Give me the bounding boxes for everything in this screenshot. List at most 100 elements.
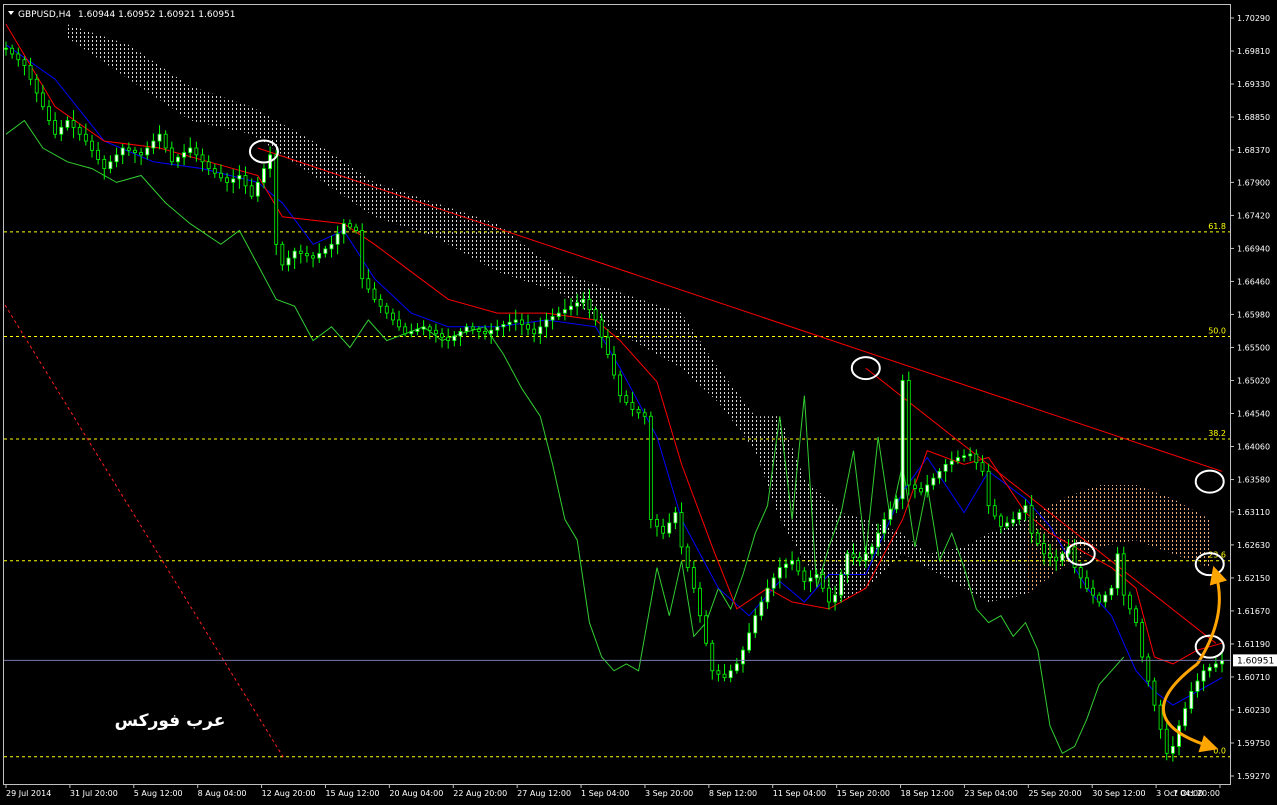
x-tick-label: 5 Aug 12:00 xyxy=(134,789,183,798)
candle-body xyxy=(65,120,70,128)
candle-body xyxy=(937,470,942,479)
candle-body xyxy=(176,156,180,163)
candle-body xyxy=(1140,622,1145,658)
candle-body xyxy=(544,319,549,328)
time-axis[interactable]: 29 Jul 2014 31 Jul 20:00 5 Aug 12:00 8 Aug … xyxy=(5,784,1221,798)
candle-body xyxy=(1134,608,1138,624)
candle-body xyxy=(464,326,469,332)
candle-body xyxy=(40,92,45,108)
candle-body xyxy=(839,574,844,596)
candle-body xyxy=(53,120,58,135)
candle-body xyxy=(882,519,887,534)
candle-body xyxy=(618,374,623,397)
candle-body xyxy=(274,154,279,245)
candle-body xyxy=(1035,532,1040,544)
x-tick-label: 3 Sep 20:00 xyxy=(645,789,693,798)
y-tick-label: 1.67900 xyxy=(1237,178,1270,187)
y-tick-label: 1.67420 xyxy=(1237,211,1270,220)
candle-body xyxy=(151,140,156,149)
candle-body xyxy=(280,243,285,266)
candle-body xyxy=(1060,553,1065,562)
candle-body xyxy=(1201,670,1206,682)
candle-body xyxy=(796,560,801,572)
candle-body xyxy=(1207,666,1212,672)
candle-body xyxy=(255,181,260,197)
y-tick-label: 1.60710 xyxy=(1237,673,1270,682)
x-tick-label: 27 Aug 12:00 xyxy=(517,789,571,798)
candle-body xyxy=(440,333,444,338)
candle-body xyxy=(83,133,88,142)
candle-body xyxy=(925,484,930,493)
candle-body xyxy=(900,380,905,500)
ohlc-values: 1.60944 1.60952 1.60921 1.60951 xyxy=(78,10,235,20)
chevron-down-icon[interactable] xyxy=(8,11,14,15)
candle-body xyxy=(820,574,825,589)
candle-body xyxy=(593,309,598,321)
candle-body xyxy=(986,470,991,507)
candle-body xyxy=(863,553,868,562)
price-chart[interactable]: 61.850.038.223.60.0 1.702901.698101.6933… xyxy=(0,0,1277,801)
candle-body xyxy=(526,324,530,330)
chart-window[interactable]: 61.8 50.0 38.2 23.6 0.0 1.70290 1.69810 1.6933… xyxy=(0,0,1277,801)
price-candles xyxy=(4,41,1224,762)
candle-body xyxy=(605,336,610,355)
highlight-circle xyxy=(248,139,279,164)
candle-body xyxy=(1005,522,1009,527)
candle-body xyxy=(348,223,352,228)
candle-body xyxy=(1183,708,1188,727)
y-tick-label: 1.68850 xyxy=(1237,113,1270,122)
candle-body xyxy=(550,316,555,321)
candle-body xyxy=(1164,728,1169,754)
candle-body xyxy=(876,532,880,548)
candle-body xyxy=(790,560,795,565)
candle-body xyxy=(679,512,684,548)
candle-body xyxy=(704,615,709,644)
candle-body xyxy=(962,455,966,458)
candle-body xyxy=(630,402,635,410)
current-price-label: 1.60951 xyxy=(1233,654,1277,667)
candle-body xyxy=(298,250,303,254)
candle-body xyxy=(1213,663,1218,668)
candle-body xyxy=(452,335,457,341)
candle-body xyxy=(827,587,831,603)
candle-body xyxy=(1054,556,1059,562)
svg-text:1.60951: 1.60951 xyxy=(1237,656,1274,666)
symbol-timeframe: GBPUSD,H4 xyxy=(18,10,71,20)
candle-body xyxy=(323,248,328,254)
x-tick-label: 30 Sep 12:00 xyxy=(1092,789,1145,798)
candle-body xyxy=(747,632,752,651)
candle-body xyxy=(262,168,266,183)
watermark-text: عرب فوركس xyxy=(115,711,226,731)
candle-body xyxy=(157,133,162,142)
x-tick-label: 8 Aug 04:00 xyxy=(198,789,247,798)
candle-body xyxy=(188,147,193,153)
candle-body xyxy=(913,484,917,489)
candle-body xyxy=(587,298,592,311)
candle-body xyxy=(1084,577,1089,589)
candle-body xyxy=(483,331,487,335)
candle-body xyxy=(1220,660,1224,665)
x-tick-label: 11 Sep 04:00 xyxy=(773,789,826,798)
x-tick-label: 8 Sep 12:00 xyxy=(709,789,757,798)
candle-body xyxy=(77,126,82,135)
y-tick-label: 1.65020 xyxy=(1237,376,1270,385)
candle-body xyxy=(1177,725,1181,747)
symbol-header[interactable]: GBPUSD,H4 1.60944 1.60952 1.60921 1.6095… xyxy=(8,10,236,20)
candle-body xyxy=(507,321,512,325)
candle-body xyxy=(126,147,131,151)
candle-body xyxy=(532,328,537,335)
candle-body xyxy=(391,312,395,321)
candle-body xyxy=(728,670,733,679)
candle-body xyxy=(4,47,8,50)
candle-body xyxy=(519,319,524,325)
candle-body xyxy=(317,253,322,259)
candle-body xyxy=(777,567,782,579)
candle-body xyxy=(765,587,770,603)
candle-body xyxy=(249,185,254,197)
candle-body xyxy=(22,59,27,66)
candle-body xyxy=(212,168,217,174)
candle-body xyxy=(335,233,340,245)
candle-body xyxy=(888,508,893,520)
candle-body xyxy=(360,230,365,280)
candle-body xyxy=(341,223,346,235)
